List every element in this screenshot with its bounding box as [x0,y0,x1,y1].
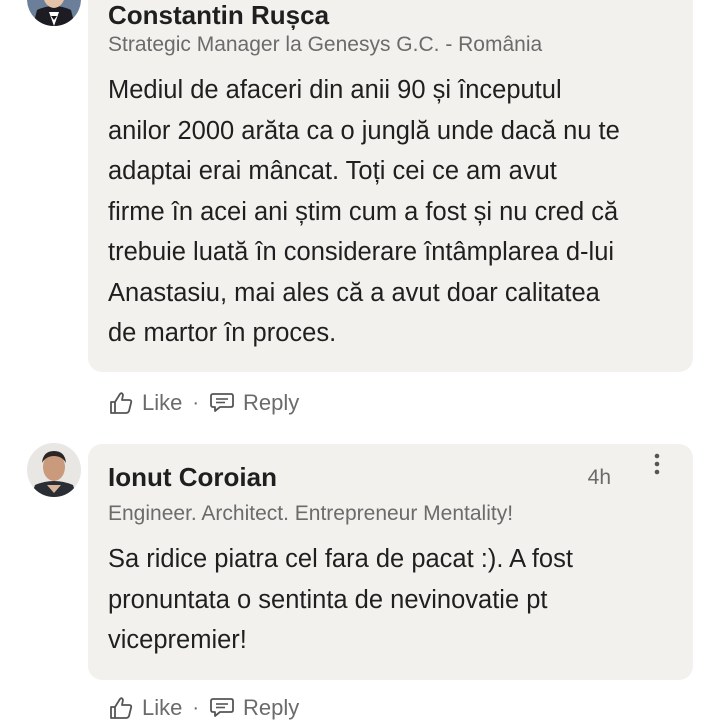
author-name[interactable]: Ionut Coroian [108,462,277,493]
avatar-photo-icon [27,0,81,26]
comment-bubble: Ionut Coroian 4h Engineer. Architect. En… [88,444,693,680]
more-options-button[interactable] [641,448,673,480]
comment: Constantin Rușca 4h Strategic Manager la… [0,0,720,430]
like-label: Like [142,695,183,720]
comment-text-line: Mediul de afaceri din anii 90 și început… [108,76,562,104]
thumbs-up-outline-icon [110,697,133,719]
comment-text-line: firme în acei ani știm cum a fost și nu … [108,197,619,226]
comment-actions: Like · Reply [108,695,299,720]
author-name[interactable]: Constantin Rușca [108,0,329,31]
comment-text-line: adaptai erai mâncat. Toți cei ce am avut [108,157,557,185]
action-separator: · [192,391,200,414]
thumbs-up-outline-icon [110,392,133,414]
like-button[interactable]: Like [108,390,182,416]
comment-bubble: Constantin Rușca 4h Strategic Manager la… [88,0,693,372]
comment-text: Sa ridice piatra cel fara de pacat :). A… [108,539,683,661]
comment-actions: Like · Reply [108,390,299,416]
comment-text-line: Sa ridice piatra cel fara de pacat :). A… [108,545,573,573]
comment-text-line: trebuie luată în considerare întâmplarea… [108,238,615,266]
speech-bubble-outline-icon [210,393,234,412]
reply-label: Reply [243,390,300,415]
like-label: Like [142,390,183,415]
comments-page: Constantin Rușca 4h Strategic Manager la… [0,0,720,720]
three-dots-vertical-icon [654,453,660,475]
avatar-photo-icon [27,443,81,497]
reply-button[interactable]: Reply [209,695,299,720]
comment: Ionut Coroian 4h Engineer. Architect. En… [0,437,720,720]
avatar[interactable] [27,443,81,497]
avatar[interactable] [27,0,81,26]
comment-text-line: pronuntata o sentinta de nevinovatie pt [108,585,548,614]
comment-text-line: de martor în proces. [108,319,337,347]
comment-text-line: Anastasiu, mai ales că a avut doar calit… [108,278,600,307]
comment-time: 4h [587,466,611,489]
speech-bubble-outline-icon [210,698,234,717]
reply-button[interactable]: Reply [209,390,299,416]
author-headline: Engineer. Architect. Entrepreneur Mental… [108,502,514,525]
comment-text-line: vicepremier! [108,626,247,654]
like-button[interactable]: Like [108,695,182,720]
comment-text: Mediul de afaceri din anii 90 și început… [108,70,683,354]
author-headline: Strategic Manager la Genesys G.C. - Româ… [108,33,543,56]
comment-text-line: anilor 2000 arăta ca o junglă unde dacă … [108,116,620,145]
reply-label: Reply [243,695,300,720]
action-separator: · [192,696,200,719]
